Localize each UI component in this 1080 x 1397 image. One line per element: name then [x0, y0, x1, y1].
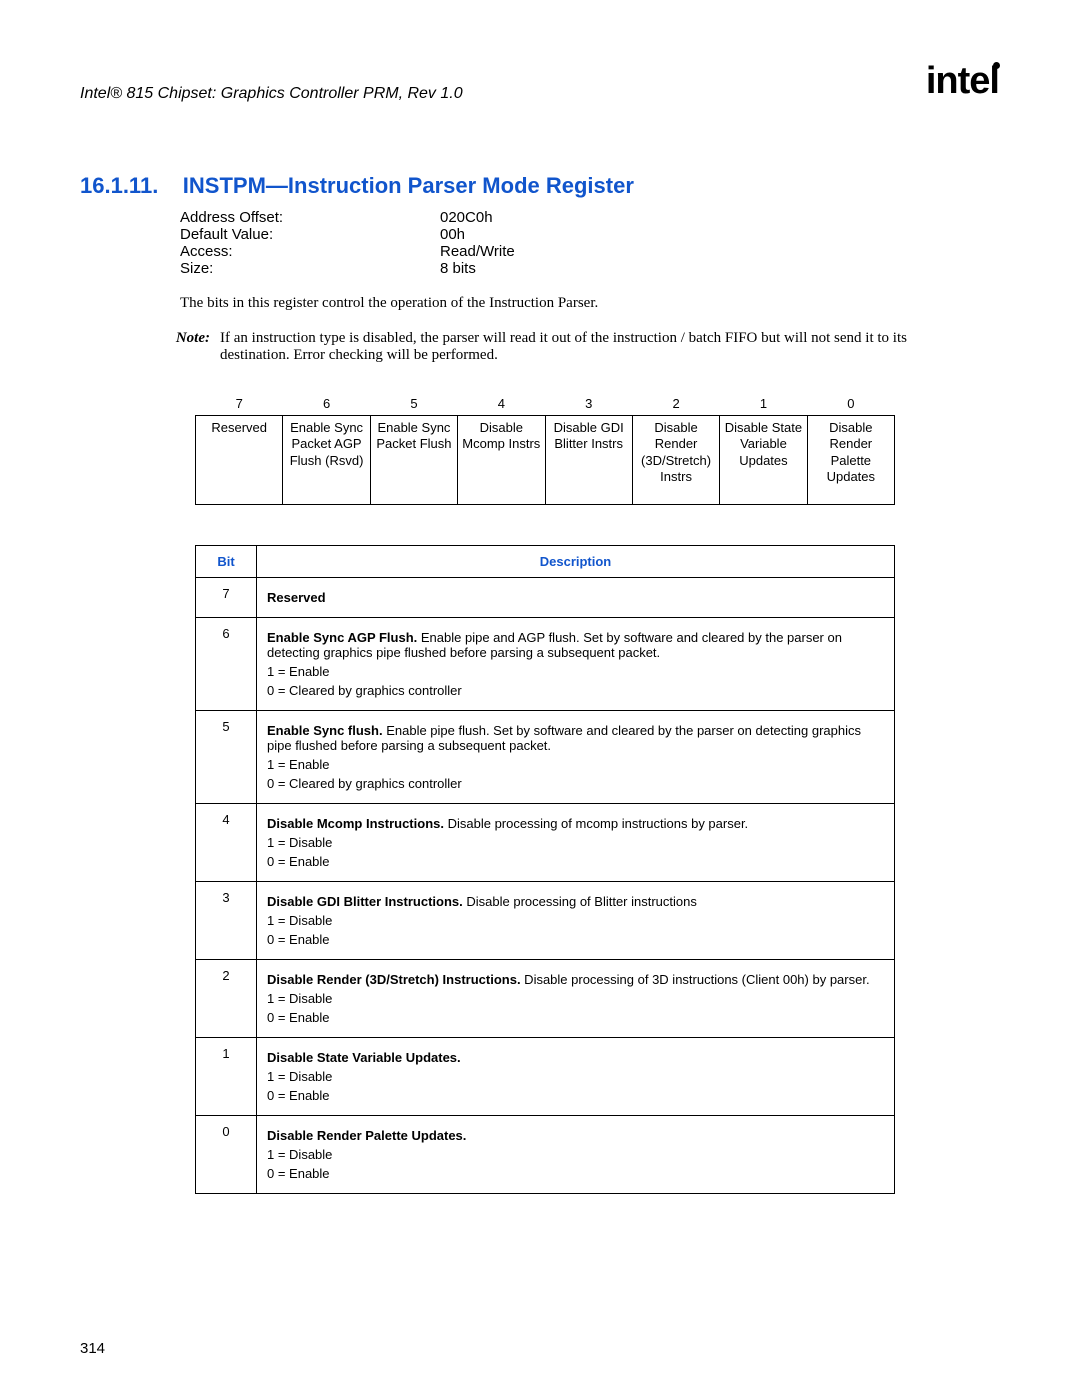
section-heading: 16.1.11. INSTPM—Instruction Parser Mode …: [80, 173, 1000, 199]
info-label: Address Offset:: [180, 209, 440, 226]
info-value: 8 bits: [440, 260, 476, 277]
bit-number: 0: [807, 392, 894, 416]
description-cell: Disable State Variable Updates.1 = Disab…: [257, 1038, 895, 1116]
table-row: 5Enable Sync flush. Enable pipe flush. S…: [196, 711, 895, 804]
table-row: 3Disable GDI Blitter Instructions. Disab…: [196, 882, 895, 960]
bit-number: 1: [720, 392, 807, 416]
bit-cell: 6: [196, 618, 257, 711]
bit-number: 6: [283, 392, 370, 416]
bit-label: Reserved: [196, 416, 283, 505]
info-value: 020C0h: [440, 209, 493, 226]
section-number: 16.1.11.: [80, 173, 158, 198]
bit-number: 4: [458, 392, 545, 416]
body-paragraph: The bits in this register control the op…: [180, 295, 1000, 312]
info-value: Read/Write: [440, 243, 515, 260]
bit-cell: 4: [196, 804, 257, 882]
bit-label: Enable Sync Packet Flush: [370, 416, 457, 505]
bit-label: Disable GDI Blitter Instrs: [545, 416, 632, 505]
table-row: 7Reserved: [196, 578, 895, 618]
info-row: Address Offset: 020C0h: [180, 209, 1000, 226]
table-row: 6Enable Sync AGP Flush. Enable pipe and …: [196, 618, 895, 711]
bit-number: 3: [545, 392, 632, 416]
description-cell: Enable Sync flush. Enable pipe flush. Se…: [257, 711, 895, 804]
bit-cell: 3: [196, 882, 257, 960]
info-label: Access:: [180, 243, 440, 260]
info-row: Access: Read/Write: [180, 243, 1000, 260]
document-title: Intel® 815 Chipset: Graphics Controller …: [80, 85, 463, 103]
description-cell: Disable Render Palette Updates.1 = Disab…: [257, 1116, 895, 1194]
bit-number: 5: [370, 392, 457, 416]
section-title: INSTPM—Instruction Parser Mode Register: [183, 173, 634, 198]
description-cell: Disable Mcomp Instructions. Disable proc…: [257, 804, 895, 882]
bit-diagram: 7 6 5 4 3 2 1 0 Reserved Enable Sync Pac…: [195, 392, 895, 505]
bit-label: Disable State Variable Updates: [720, 416, 807, 505]
bit-label: Disable Render (3D/Stretch) Instrs: [632, 416, 719, 505]
bit-number: 2: [632, 392, 719, 416]
register-info: Address Offset: 020C0h Default Value: 00…: [180, 209, 1000, 277]
bit-cell: 0: [196, 1116, 257, 1194]
description-cell: Reserved: [257, 578, 895, 618]
description-table: Bit Description 7Reserved6Enable Sync AG…: [195, 545, 895, 1194]
description-cell: Enable Sync AGP Flush. Enable pipe and A…: [257, 618, 895, 711]
bit-cell: 7: [196, 578, 257, 618]
bit-label: Enable Sync Packet AGP Flush (Rsvd): [283, 416, 370, 505]
note-label: Note:: [120, 330, 220, 364]
table-row: 0Disable Render Palette Updates.1 = Disa…: [196, 1116, 895, 1194]
table-header-bit: Bit: [196, 546, 257, 578]
table-header-description: Description: [257, 546, 895, 578]
bit-label: Disable Render Palette Updates: [807, 416, 894, 505]
intel-logo: intel: [926, 60, 1000, 103]
table-row: 1Disable State Variable Updates.1 = Disa…: [196, 1038, 895, 1116]
bit-cell: 5: [196, 711, 257, 804]
info-value: 00h: [440, 226, 465, 243]
info-label: Default Value:: [180, 226, 440, 243]
page-number: 314: [80, 1340, 105, 1357]
table-row: 4Disable Mcomp Instructions. Disable pro…: [196, 804, 895, 882]
bit-number: 7: [196, 392, 283, 416]
info-row: Size: 8 bits: [180, 260, 1000, 277]
table-row: 2Disable Render (3D/Stretch) Instruction…: [196, 960, 895, 1038]
info-label: Size:: [180, 260, 440, 277]
description-cell: Disable GDI Blitter Instructions. Disabl…: [257, 882, 895, 960]
bit-cell: 2: [196, 960, 257, 1038]
info-row: Default Value: 00h: [180, 226, 1000, 243]
note-text: If an instruction type is disabled, the …: [220, 330, 1000, 364]
description-cell: Disable Render (3D/Stretch) Instructions…: [257, 960, 895, 1038]
bit-label: Disable Mcomp Instrs: [458, 416, 545, 505]
bit-cell: 1: [196, 1038, 257, 1116]
